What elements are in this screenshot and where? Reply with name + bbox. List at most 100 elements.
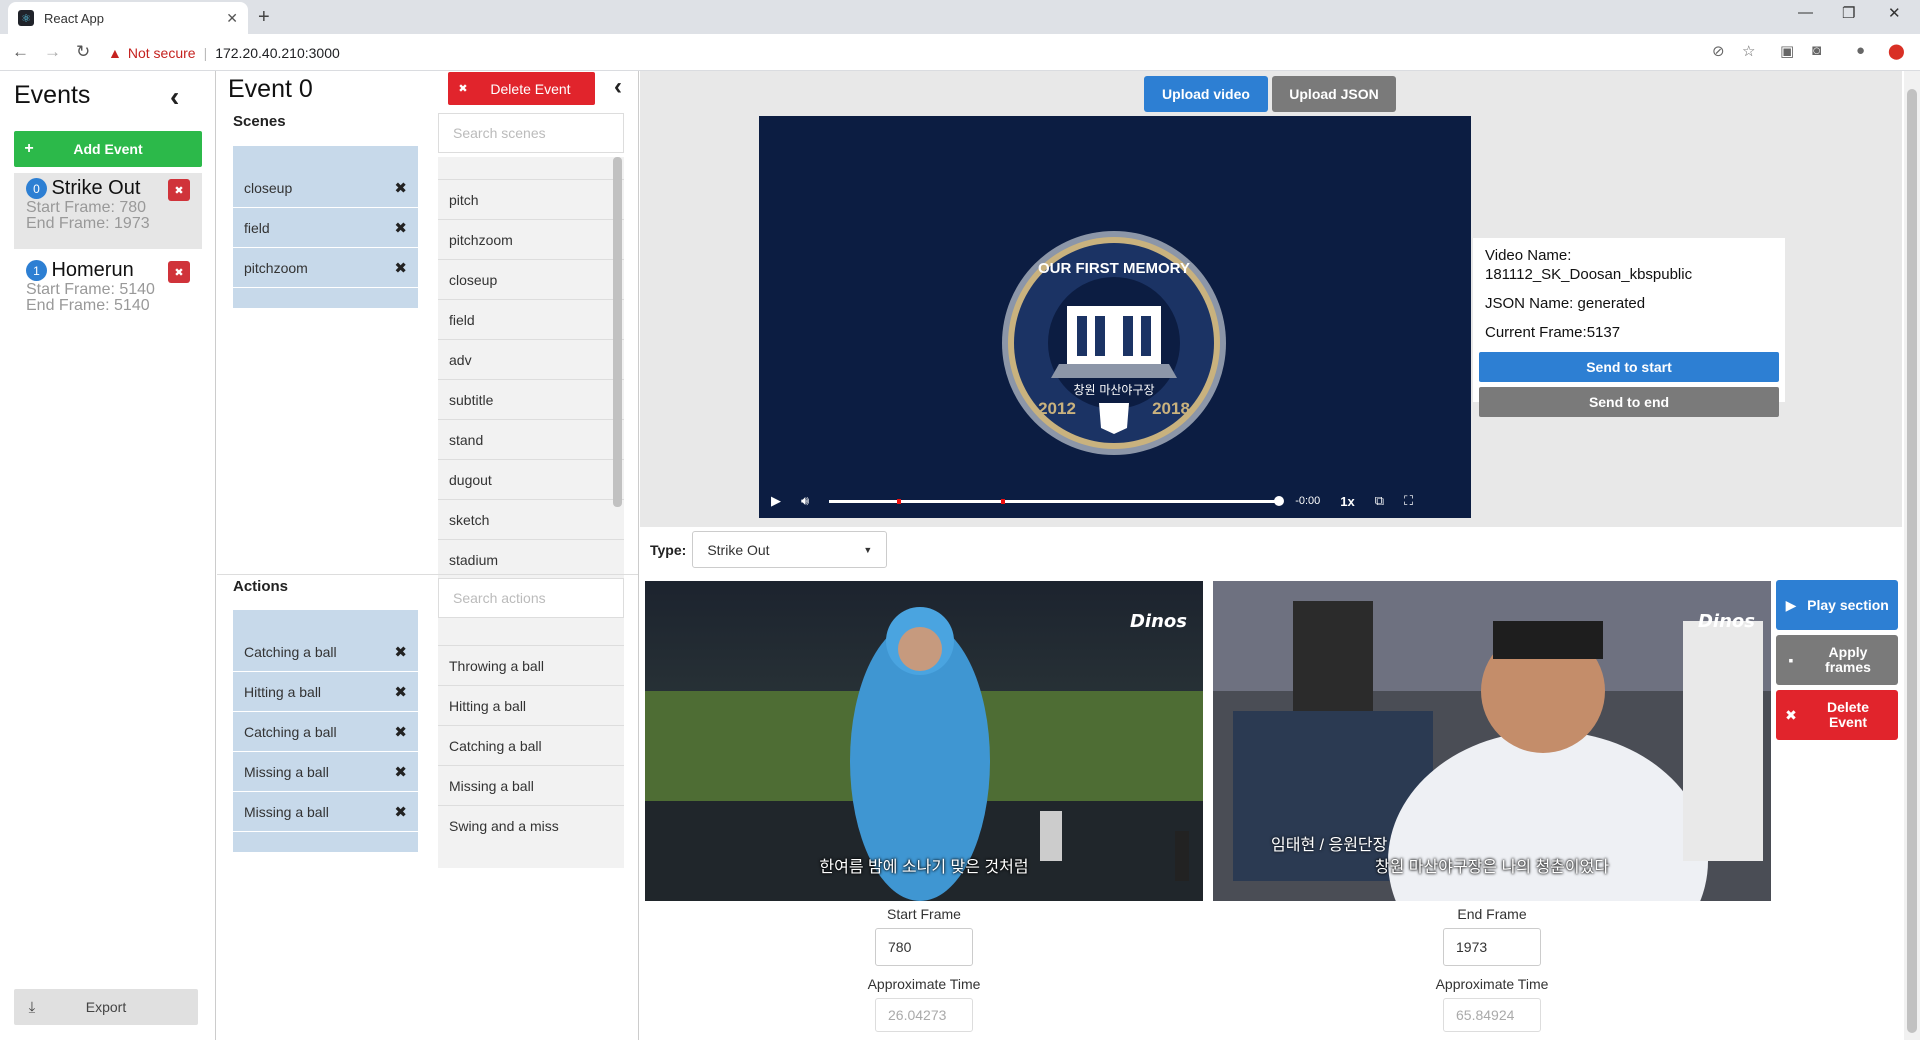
remove-icon[interactable]: ✖ bbox=[394, 803, 407, 821]
player-area: Upload video Upload JSON OUR FIRST MEMOR… bbox=[640, 71, 1902, 527]
update-icon[interactable]: ⬤ bbox=[1888, 42, 1905, 60]
scene-label: closeup bbox=[244, 179, 293, 196]
selected-action[interactable]: Hitting a ball ✖ bbox=[233, 672, 418, 712]
upload-json-button[interactable]: Upload JSON bbox=[1272, 76, 1396, 112]
collapse-chevron-icon[interactable]: ‹ bbox=[170, 81, 179, 113]
address-bar[interactable]: ▲ Not secure | 172.20.40.210:3000 bbox=[108, 38, 1768, 67]
pip-icon[interactable]: ⧉ bbox=[1375, 493, 1384, 509]
star-icon[interactable]: ☆ bbox=[1742, 42, 1755, 60]
window-close-icon[interactable]: ✕ bbox=[1888, 4, 1901, 22]
reload-icon[interactable]: ↻ bbox=[76, 42, 90, 62]
remove-icon[interactable]: ✖ bbox=[394, 643, 407, 661]
action-option[interactable]: Hitting a ball bbox=[438, 685, 624, 725]
event-detail-panel: Event 0 ✖ Delete Event ‹ Scenes closeup ✖… bbox=[217, 71, 639, 1040]
selected-action[interactable]: Catching a ball ✖ bbox=[233, 712, 418, 752]
badge-mid-text: 창원 마산야구장 bbox=[1073, 383, 1154, 397]
delete-event-icon[interactable]: ✖ bbox=[168, 179, 190, 201]
volume-icon[interactable]: 🔊︎ bbox=[801, 493, 809, 509]
forward-icon[interactable]: → bbox=[44, 42, 61, 62]
video-player[interactable]: OUR FIRST MEMORY 창원 마산야구장 2012 2018 ▶ 🔊︎… bbox=[759, 116, 1471, 518]
add-event-button[interactable]: + Add Event bbox=[14, 131, 202, 167]
play-icon[interactable]: ▶ bbox=[771, 493, 781, 509]
selected-action[interactable]: Missing a ball ✖ bbox=[233, 752, 418, 792]
scene-option[interactable]: dugout bbox=[438, 459, 624, 499]
time-label: -0:00 bbox=[1295, 495, 1321, 507]
event-index-badge: 0 bbox=[26, 178, 47, 199]
warning-icon: ▲ bbox=[108, 44, 122, 61]
delete-event-side-button[interactable]: ✖ Delete Event bbox=[1776, 690, 1898, 740]
back-icon[interactable]: ← bbox=[12, 42, 29, 62]
divider bbox=[217, 574, 638, 575]
page-scroll-thumb[interactable] bbox=[1907, 89, 1917, 1033]
collapse-chevron-icon[interactable]: ‹ bbox=[614, 73, 622, 101]
remove-icon[interactable]: ✖ bbox=[394, 763, 407, 781]
apply-frames-button[interactable]: ▪ Apply frames bbox=[1776, 635, 1898, 685]
event-name: Strike Out bbox=[51, 177, 141, 199]
scene-option[interactable]: adv bbox=[438, 339, 624, 379]
delete-event-side-label: Delete Event bbox=[1826, 699, 1870, 730]
translate-icon[interactable]: ⊘ bbox=[1712, 42, 1725, 60]
start-frame-input[interactable]: 780 bbox=[875, 928, 973, 966]
selected-scene[interactable]: closeup ✖ bbox=[233, 168, 418, 208]
seek-bar[interactable] bbox=[829, 495, 1285, 506]
remove-icon[interactable]: ✖ bbox=[394, 219, 407, 237]
play-section-button[interactable]: ▶ Play section bbox=[1776, 580, 1898, 630]
start-frame-label: Start Frame bbox=[887, 906, 961, 922]
actions-search-input[interactable] bbox=[438, 578, 624, 618]
action-option[interactable]: Throwing a ball bbox=[438, 645, 624, 685]
events-title: Events bbox=[14, 81, 91, 109]
upload-video-button[interactable]: Upload video bbox=[1144, 76, 1268, 112]
badge-year-left: 2012 bbox=[1038, 399, 1076, 418]
type-select[interactable]: Strike Out ▼ bbox=[692, 531, 888, 568]
send-to-start-button[interactable]: Send to start bbox=[1479, 352, 1779, 382]
scenes-scrollbar[interactable] bbox=[613, 157, 622, 507]
scene-option[interactable]: pitch bbox=[438, 179, 624, 219]
scene-option[interactable]: pitchzoom bbox=[438, 219, 624, 259]
minimize-icon[interactable]: — bbox=[1798, 4, 1813, 21]
action-option[interactable]: Swing and a miss bbox=[438, 805, 624, 845]
profile-icon[interactable]: ● bbox=[1856, 42, 1865, 59]
selected-action[interactable]: Catching a ball ✖ bbox=[233, 632, 418, 672]
close-icon[interactable]: ✕ bbox=[226, 10, 238, 27]
start-frame-thumbnail: Dinos 한여름 밤에 소나기 맞은 것처럼 bbox=[645, 581, 1203, 901]
delete-event-button[interactable]: ✖ Delete Event bbox=[448, 72, 595, 105]
video-controls: ▶ 🔊︎ -0:00 1x ⧉ ⛶ bbox=[759, 484, 1471, 518]
action-option[interactable]: Missing a ball bbox=[438, 765, 624, 805]
export-button[interactable]: ⤓ Export bbox=[14, 989, 198, 1025]
event-item[interactable]: 1 Homerun Start Frame: 5140 End Frame: 5… bbox=[14, 255, 202, 331]
plus-icon: + bbox=[24, 140, 34, 157]
remove-icon[interactable]: ✖ bbox=[394, 259, 407, 277]
scenes-title: Scenes bbox=[233, 113, 286, 130]
selected-action[interactable]: Missing a ball ✖ bbox=[233, 792, 418, 832]
scenes-search-input[interactable] bbox=[438, 113, 624, 153]
scene-option[interactable]: field bbox=[438, 299, 624, 339]
end-frame-panel: End Frame 1973 Approximate Time 65.84924 bbox=[1213, 906, 1771, 1042]
selected-scene[interactable]: pitchzoom ✖ bbox=[233, 248, 418, 288]
selected-scene[interactable]: field ✖ bbox=[233, 208, 418, 248]
speed-button[interactable]: 1x bbox=[1340, 494, 1354, 509]
restore-icon[interactable]: ❐ bbox=[1842, 4, 1855, 22]
page-scrollbar[interactable] bbox=[1904, 71, 1920, 1040]
extension-icon[interactable]: ▣ bbox=[1780, 42, 1794, 60]
start-approx-time: 26.04273 bbox=[875, 998, 973, 1032]
scene-option[interactable]: sketch bbox=[438, 499, 624, 539]
scene-option[interactable]: stand bbox=[438, 419, 624, 459]
scene-option[interactable]: subtitle bbox=[438, 379, 624, 419]
send-to-end-button[interactable]: Send to end bbox=[1479, 387, 1779, 417]
end-frame-input[interactable]: 1973 bbox=[1443, 928, 1541, 966]
event-item[interactable]: 0 Strike Out Start Frame: 780 End Frame:… bbox=[14, 173, 202, 249]
camera-icon[interactable]: ◙ bbox=[1812, 42, 1821, 59]
remove-icon[interactable]: ✖ bbox=[394, 683, 407, 701]
end-frame-name-caption: 임태현 / 응원단장 bbox=[1271, 837, 1388, 854]
fullscreen-icon[interactable]: ⛶ bbox=[1404, 493, 1413, 509]
action-option[interactable]: Catching a ball bbox=[438, 725, 624, 765]
seek-knob[interactable] bbox=[1274, 495, 1285, 506]
delete-event-icon[interactable]: ✖ bbox=[168, 261, 190, 283]
remove-icon[interactable]: ✖ bbox=[394, 179, 407, 197]
scene-option[interactable]: stadium bbox=[438, 539, 624, 579]
new-tab-icon[interactable]: + bbox=[258, 6, 270, 29]
remove-icon[interactable]: ✖ bbox=[394, 723, 407, 741]
type-label: Type: bbox=[650, 541, 687, 558]
scene-option[interactable]: closeup bbox=[438, 259, 624, 299]
browser-tab[interactable]: ⚛ React App ✕ bbox=[8, 2, 248, 34]
